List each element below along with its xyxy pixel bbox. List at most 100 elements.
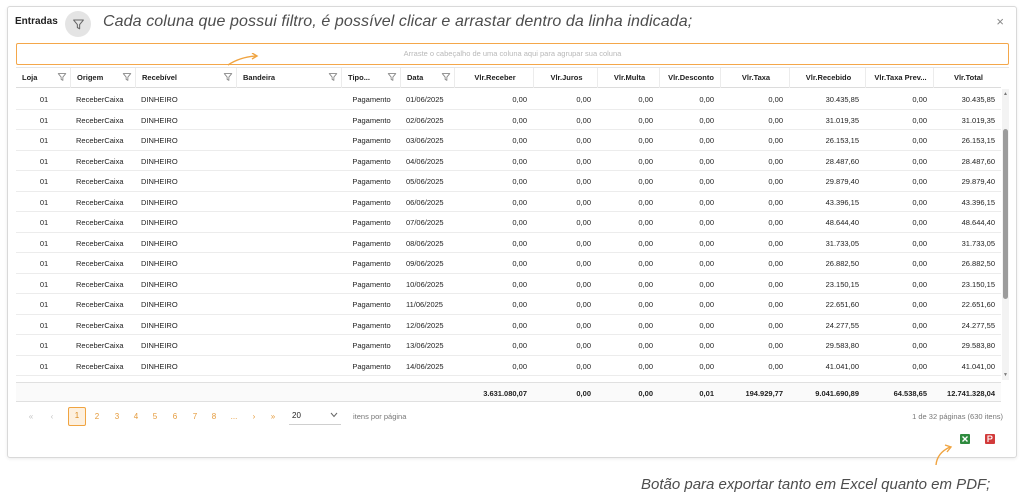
column-header-label: Vlr.Juros	[550, 73, 583, 82]
page-button-1[interactable]: 1	[68, 407, 86, 426]
column-header-bandeira[interactable]: Bandeira	[236, 68, 341, 88]
page-size-value: 20	[292, 411, 301, 420]
cell-vlr-total: 29.583,80	[961, 341, 995, 350]
column-filter-icon[interactable]	[387, 72, 397, 82]
cell-bandeira	[236, 335, 341, 355]
cell-recebivel: DINHEIRO	[141, 136, 178, 145]
cell-tipo: Pagamento	[352, 197, 391, 207]
table-row[interactable]: 01 ReceberCaixa DINHEIRO Pagamento 08/06/202…	[16, 233, 1001, 253]
vertical-scrollbar[interactable]: ▲ ▼	[1002, 89, 1009, 380]
scroll-up-icon[interactable]: ▲	[1003, 91, 1008, 97]
column-header-tipo[interactable]: Tipo...	[341, 68, 400, 88]
column-header-vlr-multa[interactable]: Vlr.Multa	[597, 68, 659, 88]
dialog-title-bar: Entradas Cada coluna que possui filtro, …	[8, 7, 1016, 37]
cell-vlr-recebido: 26.153,15	[825, 136, 859, 145]
cell-loja: 01	[39, 238, 49, 248]
column-header-label: Bandeira	[243, 73, 276, 82]
column-header-vlr-taxa[interactable]: Vlr.Taxa	[720, 68, 789, 88]
cell-vlr-total: 31.733,05	[961, 238, 995, 248]
column-header-vlr-juros[interactable]: Vlr.Juros	[533, 68, 597, 88]
cell-tipo: Pagamento	[352, 238, 391, 248]
cell-loja: 01	[39, 320, 49, 330]
page-size-select[interactable]: 20	[289, 408, 341, 425]
column-header-vlr-taxa-prev[interactable]: Vlr.Taxa Prev...	[865, 68, 933, 88]
cell-vlr-juros: 0,00	[576, 115, 591, 125]
cell-vlr-total: 41.041,00	[961, 361, 995, 371]
table-row[interactable]: 01 ReceberCaixa DINHEIRO Pagamento 04/06/202…	[16, 151, 1001, 171]
page-button-4[interactable]: 4	[127, 407, 145, 426]
cell-vlr-taxa: 0,00	[768, 361, 783, 371]
table-row[interactable]: 01 ReceberCaixa DINHEIRO Pagamento 14/06/202…	[16, 356, 1001, 376]
table-row[interactable]: 01 ReceberCaixa DINHEIRO Pagamento 05/06/202…	[16, 171, 1001, 192]
page-button-6[interactable]: 6	[166, 407, 184, 426]
column-filter-icon[interactable]	[223, 72, 233, 82]
table-row[interactable]: 01 ReceberCaixa DINHEIRO Pagamento 01/06/202…	[16, 89, 1001, 110]
cell-bandeira	[236, 151, 341, 171]
table-row[interactable]: 01 ReceberCaixa DINHEIRO Pagamento 11/06/202…	[16, 294, 1001, 315]
column-header-data[interactable]: Data	[400, 68, 454, 88]
cell-vlr-total: 43.396,15	[961, 197, 995, 207]
cell-vlr-recebido: 26.882,50	[825, 259, 859, 268]
page-button-7[interactable]: 7	[186, 407, 204, 426]
table-row[interactable]: 01 ReceberCaixa DINHEIRO Pagamento 07/06/202…	[16, 212, 1001, 233]
column-header-recebivel[interactable]: Recebível	[135, 68, 236, 88]
column-filter-icon[interactable]	[57, 72, 67, 82]
cell-vlr-taxa-prev: 0,00	[912, 279, 927, 289]
cell-vlr-multa: 0,00	[638, 136, 653, 145]
page-button-2[interactable]: 2	[88, 407, 106, 426]
table-row[interactable]: 01 ReceberCaixa DINHEIRO Pagamento 12/06/202…	[16, 315, 1001, 335]
last-page-button[interactable]: »	[264, 407, 282, 426]
page-button-3[interactable]: 3	[108, 407, 126, 426]
page-button-5[interactable]: 5	[146, 407, 164, 426]
scroll-down-icon[interactable]: ▼	[1003, 372, 1008, 378]
first-page-button[interactable]: «	[22, 407, 40, 426]
total-vlr-receber: 3.631.080,07	[483, 389, 527, 398]
cell-vlr-receber: 0,00	[512, 320, 527, 330]
cell-vlr-receber: 0,00	[512, 95, 527, 104]
cell-vlr-juros: 0,00	[576, 95, 591, 104]
dialog-title: Entradas	[15, 16, 58, 27]
cell-vlr-desconto: 0,00	[699, 218, 714, 227]
column-header-label: Vlr.Receber	[474, 73, 516, 82]
close-icon[interactable]: ×	[996, 14, 1004, 29]
cell-vlr-taxa: 0,00	[768, 218, 783, 227]
cell-vlr-taxa-prev: 0,00	[912, 300, 927, 309]
column-filter-icon[interactable]	[441, 72, 451, 82]
column-filter-icon[interactable]	[122, 72, 132, 82]
table-row[interactable]: 01 ReceberCaixa DINHEIRO Pagamento 13/06/202…	[16, 335, 1001, 356]
column-header-vlr-total[interactable]: Vlr.Total	[933, 68, 1001, 88]
column-filter-icon[interactable]	[328, 72, 338, 82]
next-page-button[interactable]: ›	[245, 407, 263, 426]
cell-vlr-multa: 0,00	[638, 320, 653, 330]
cell-bandeira	[236, 253, 341, 273]
cell-vlr-juros: 0,00	[576, 320, 591, 330]
excel-export-icon[interactable]	[959, 433, 971, 445]
table-row[interactable]: 01 ReceberCaixa DINHEIRO Pagamento 02/06/202…	[16, 110, 1001, 130]
cell-data: 14/06/2025	[406, 361, 444, 371]
cell-origem: ReceberCaixa	[76, 361, 124, 371]
pdf-export-icon[interactable]	[984, 433, 996, 445]
column-header-vlr-desconto[interactable]: Vlr.Desconto	[659, 68, 720, 88]
cell-loja: 01	[39, 115, 49, 125]
cell-origem: ReceberCaixa	[76, 95, 124, 104]
cell-vlr-taxa-prev: 0,00	[912, 218, 927, 227]
cell-bandeira	[236, 274, 341, 294]
cell-vlr-recebido: 30.435,85	[825, 95, 859, 104]
column-header-loja[interactable]: Loja	[16, 68, 70, 88]
table-row[interactable]: 01 ReceberCaixa DINHEIRO Pagamento 09/06/202…	[16, 253, 1001, 274]
column-header-origem[interactable]: Origem	[70, 68, 135, 88]
column-header-label: Vlr.Taxa Prev...	[874, 73, 927, 82]
group-by-panel[interactable]: Arraste o cabeçalho de uma coluna aqui p…	[16, 43, 1009, 65]
table-row[interactable]: 01 ReceberCaixa DINHEIRO Pagamento 10/06/202…	[16, 274, 1001, 294]
table-row[interactable]: 01 ReceberCaixa DINHEIRO Pagamento 06/06/202…	[16, 192, 1001, 212]
table-row[interactable]: 01 ReceberCaixa DINHEIRO Pagamento 03/06/202…	[16, 130, 1001, 151]
cell-origem: ReceberCaixa	[76, 259, 124, 268]
cell-vlr-desconto: 0,00	[699, 320, 714, 330]
page-button-8[interactable]: 8	[205, 407, 223, 426]
scroll-thumb[interactable]	[1003, 129, 1008, 299]
prev-page-button[interactable]: ‹	[43, 407, 61, 426]
column-header-vlr-recebido[interactable]: Vlr.Recebido	[789, 68, 865, 88]
column-header-vlr-receber[interactable]: Vlr.Receber	[454, 68, 533, 88]
cell-recebivel: DINHEIRO	[141, 279, 178, 289]
page-ellipsis-button[interactable]: ...	[225, 407, 243, 426]
